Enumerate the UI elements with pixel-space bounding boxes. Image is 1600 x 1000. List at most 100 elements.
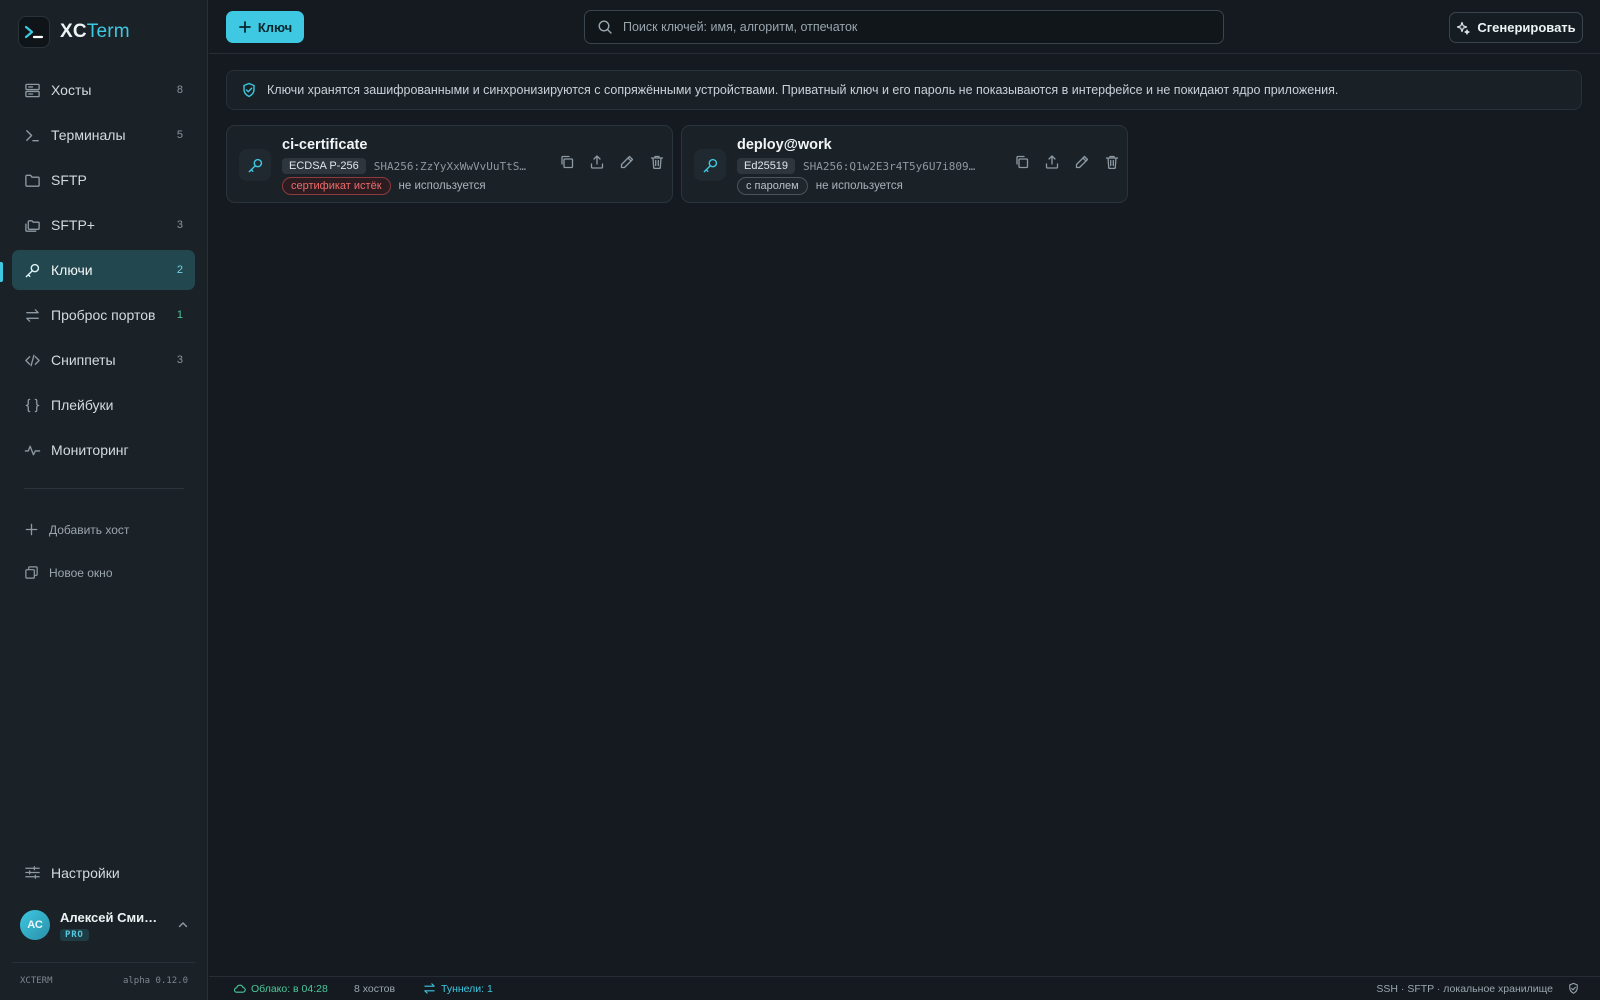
key-name: deploy@work [737,137,832,153]
sidebar-item-keys[interactable]: Ключи 2 [12,250,195,290]
generate-button[interactable]: Сгенерировать [1449,12,1583,43]
plus-icon [238,20,252,34]
delete-icon[interactable] [1104,154,1120,170]
user-name: Алексей Смирн... [60,909,162,925]
chevron-up-icon[interactable] [176,918,190,932]
tunnels-status[interactable]: Туннели: 1 [423,982,493,995]
folder-icon [24,172,41,189]
sidebar-item-port-forwarding[interactable]: Проброс портов 1 [12,295,195,335]
sidebar-item-sftp-plus[interactable]: SFTP+ 3 [12,205,195,245]
sidebar-item-label: Хосты [51,82,92,98]
sidebar-item-snippets[interactable]: Сниппеты 3 [12,340,195,380]
sparkle-icon [1456,21,1470,35]
key-actions [545,154,665,170]
folders-icon [24,217,41,234]
sidebar-item-count: 3 [176,219,183,231]
settings-label: Настройки [51,864,120,881]
key-name: ci-certificate [282,137,368,153]
sidebar-item-count: 2 [176,264,183,276]
search-input[interactable] [623,20,1211,34]
avatar: АС [20,910,50,940]
code-icon [24,352,41,369]
arrows-icon [423,982,436,995]
activity-icon [24,442,41,459]
sidebar-item-count: 5 [176,129,183,141]
key-fingerprint[interactable]: SHA256:ZzYyXxWwVvUuTtS… [374,160,526,173]
status-bar: Облако: в 04:28 8 хостов Туннели: 1 SSH … [209,976,1600,1000]
sidebar-item-count: 8 [176,84,183,96]
app-name-part2: Term [86,21,130,42]
app-logo-icon [18,16,50,48]
info-banner: Ключи хранятся зашифрованными и синхрони… [226,70,1582,110]
cloud-sync-status[interactable]: Облако: в 04:28 [233,982,328,995]
add-key-button[interactable]: Ключ [226,11,304,43]
sidebar-item-hosts[interactable]: Хосты 8 [12,70,195,110]
sidebar-item-label: SFTP [51,172,87,188]
brand[interactable]: XCTerm [18,16,130,48]
status-badge: сертификат истёк [282,177,391,195]
sidebar-footer-divider [12,962,195,963]
sidebar-item-monitoring[interactable]: Мониторинг [12,430,195,470]
add-host-button[interactable]: Добавить хост [24,522,129,537]
key-usage: не используется [815,180,903,192]
cloud-icon [233,982,246,995]
app-name-part1: XC [60,21,87,42]
new-window-label: Новое окно [49,565,113,580]
hosts-count-status: 8 хостов [354,983,395,995]
user-profile[interactable]: АС Алексей Смирн... PRO [20,908,190,942]
footer-version: alpha 0.12.0 [122,976,188,986]
plan-badge: PRO [60,928,89,941]
delete-icon[interactable] [649,154,665,170]
info-banner-text: Ключи хранятся зашифрованными и синхрони… [267,83,1339,97]
hosts-count-text: 8 хостов [354,982,396,995]
key-card[interactable]: deploy@work Ed25519 SHA256:Q1w2E3r4T5y6U… [681,125,1128,203]
braces-icon [24,397,41,414]
search-icon [597,19,613,35]
footer-app-name: XCTERM [20,976,53,986]
shield-icon [1567,982,1580,995]
search-box[interactable] [584,10,1224,44]
key-icon [24,262,41,279]
key-icon [239,149,271,181]
shield-check-icon [241,82,257,98]
sidebar-item-count: 1 [176,309,183,321]
sidebar: XCTerm Хосты 8 Терминалы 5 SFTP SFTP+ 3 … [0,0,208,1000]
sidebar-item-label: Терминалы [51,127,126,143]
key-algorithm-badge: ECDSA P-256 [282,158,366,174]
key-meta: ECDSA P-256 SHA256:ZzYyXxWwVvUuTtS… [282,158,526,174]
sidebar-footer: XCTERM alpha 0.12.0 [20,976,188,986]
status-badge: с паролем [737,177,808,195]
sidebar-item-count: 3 [176,354,183,366]
connection-summary: SSH · SFTP · локальное хранилище [1376,982,1580,995]
settings-button[interactable]: Настройки [24,864,120,881]
edit-icon[interactable] [1074,154,1090,170]
new-window-icon [24,565,39,580]
sidebar-item-label: Проброс портов [51,307,156,323]
export-icon[interactable] [1044,154,1060,170]
sidebar-item-sftp[interactable]: SFTP [12,160,195,200]
sidebar-divider [24,488,184,489]
app-name: XCTerm [60,21,130,43]
sidebar-nav: Хосты 8 Терминалы 5 SFTP SFTP+ 3 Ключи 2… [12,70,195,475]
edit-icon[interactable] [619,154,635,170]
toolbar: Ключ Сгенерировать [209,0,1600,54]
key-fingerprint[interactable]: SHA256:Q1w2E3r4T5y6U7i809… [803,160,975,173]
copy-icon[interactable] [1014,154,1030,170]
copy-icon[interactable] [559,154,575,170]
server-icon [24,82,41,99]
connection-summary-text: SSH · SFTP · локальное хранилище [1376,982,1553,995]
export-icon[interactable] [589,154,605,170]
generate-label: Сгенерировать [1477,20,1576,35]
sidebar-item-label: Плейбуки [51,397,114,413]
sidebar-item-label: SFTP+ [51,217,95,233]
profile-text: Алексей Смирн... PRO [60,910,176,941]
new-window-button[interactable]: Новое окно [24,565,113,580]
tunnels-status-text: Туннели: 1 [441,982,493,995]
key-algorithm-badge: Ed25519 [737,158,796,174]
plus-icon [24,522,39,537]
key-icon [694,149,726,181]
sidebar-item-label: Мониторинг [51,442,129,458]
key-card[interactable]: ci-certificate ECDSA P-256 SHA256:ZzYyXx… [226,125,673,203]
sidebar-item-playbooks[interactable]: Плейбуки [12,385,195,425]
sidebar-item-terminals[interactable]: Терминалы 5 [12,115,195,155]
